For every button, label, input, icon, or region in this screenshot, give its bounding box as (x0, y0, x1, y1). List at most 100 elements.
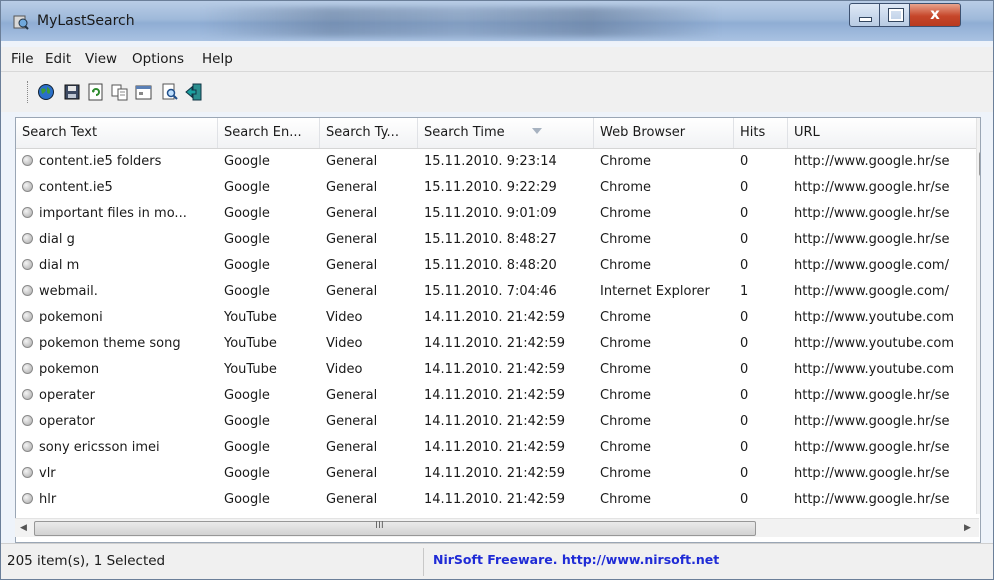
menu-edit[interactable]: Edit (45, 51, 71, 67)
scroll-up-icon[interactable]: ▲ (977, 118, 980, 135)
cell-url-text: http://www.youtube.com (794, 336, 955, 351)
scroll-down-icon[interactable]: ▼ (977, 497, 980, 514)
cell-search-text-text: vlr (39, 466, 56, 481)
col-search-time[interactable]: Search Time (418, 118, 594, 148)
cell-search-type-text: Video (326, 362, 363, 377)
scroll-right-icon[interactable]: ▶ (959, 519, 976, 537)
cell-web-browser: Chrome (594, 331, 734, 357)
table-row[interactable]: operater Google General 14.11.2010. 21:42:5… (16, 383, 980, 409)
table-row[interactable]: sony ericsson imei Google General 14.11.201… (16, 435, 980, 461)
cell-web-browser: Chrome (594, 175, 734, 201)
col-search-text[interactable]: Search Text (16, 118, 218, 148)
col-search-type[interactable]: Search Ty... (320, 118, 418, 148)
table-row[interactable]: webmail. Google General 15.11.2010. 7:04:46… (16, 279, 980, 305)
col-web-browser[interactable]: Web Browser (594, 118, 734, 148)
search-item-icon (22, 285, 33, 296)
close-button[interactable]: x (909, 3, 961, 27)
refresh-icon[interactable] (87, 83, 105, 101)
cell-web-browser-text: Chrome (600, 440, 651, 455)
cell-search-type-text: Video (326, 336, 363, 351)
horizontal-scroll-thumb[interactable] (34, 521, 756, 536)
table-row[interactable]: important files in mo... Google General 15.… (16, 201, 980, 227)
cell-search-text-text: pokemon theme song (39, 336, 181, 351)
horizontal-scrollbar[interactable]: ◀ III ▶ (15, 518, 979, 537)
properties-icon[interactable] (135, 83, 153, 101)
cell-web-browser: Chrome (594, 149, 734, 175)
col-hits[interactable]: Hits (734, 118, 788, 148)
cell-search-time: 14.11.2010. 21:42:59 (418, 409, 594, 435)
cell-search-type-text: General (326, 206, 378, 221)
status-item-count: 205 item(s), 1 Selected (7, 553, 166, 569)
scroll-left-icon[interactable]: ◀ (15, 519, 32, 537)
table-row[interactable]: dial g Google General 15.11.2010. 8:48:27 Ch… (16, 227, 980, 253)
copy-icon[interactable] (111, 83, 129, 101)
col-search-engine[interactable]: Search En... (218, 118, 320, 148)
cell-web-browser-text: Chrome (600, 258, 651, 273)
cell-web-browser-text: Chrome (600, 310, 651, 325)
cell-search-type: General (320, 461, 418, 487)
cell-url: http://www.google.hr/se (788, 461, 980, 487)
table-row[interactable]: content.ie5 Google General 15.11.2010. 9:22… (16, 175, 980, 201)
cell-url-text: http://www.google.hr/se (794, 440, 950, 455)
cell-web-browser: Chrome (594, 253, 734, 279)
cell-search-type: Video (320, 331, 418, 357)
search-item-icon (22, 311, 33, 322)
table-row[interactable]: dial m Google General 15.11.2010. 8:48:20 Ch… (16, 253, 980, 279)
maximize-button[interactable] (879, 3, 911, 27)
minimize-button[interactable] (849, 3, 881, 27)
cell-search-type: General (320, 149, 418, 175)
cell-search-engine: Google (218, 201, 320, 227)
cell-web-browser-text: Chrome (600, 180, 651, 195)
cell-search-type-text: General (326, 284, 378, 299)
nirsoft-link[interactable]: NirSoft Freeware. http://www.nirsoft.net (433, 552, 719, 567)
save-icon[interactable] (63, 83, 81, 101)
cell-url-text: http://www.google.hr/se (794, 414, 950, 429)
cell-url: http://www.google.hr/se (788, 409, 980, 435)
title-bar[interactable]: MyLastSearch x (1, 1, 993, 41)
table-row[interactable]: pokemoni YouTube Video 14.11.2010. 21:42:59… (16, 305, 980, 331)
menu-help[interactable]: Help (202, 51, 233, 67)
menu-file[interactable]: File (11, 51, 34, 67)
globe-icon[interactable] (37, 83, 55, 101)
search-item-icon (22, 337, 33, 348)
table-row[interactable]: hlr Google General 14.11.2010. 21:42:59 Chro… (16, 487, 980, 513)
cell-search-text-text: hlr (39, 492, 57, 507)
cell-hits: 0 (734, 253, 788, 279)
col-url[interactable]: URL (788, 118, 980, 148)
cell-search-type-text: General (326, 154, 378, 169)
cell-url: http://www.youtube.com (788, 357, 980, 383)
cell-hits: 1 (734, 279, 788, 305)
cell-search-text: dial m (16, 253, 218, 279)
menu-options[interactable]: Options (132, 51, 184, 67)
menu-view[interactable]: View (85, 51, 117, 67)
search-list[interactable]: Search Text Search En... Search Ty... Se… (15, 117, 981, 543)
cell-search-time-text: 15.11.2010. 9:01:09 (424, 206, 557, 221)
exit-icon[interactable] (185, 83, 203, 101)
cell-web-browser: Chrome (594, 435, 734, 461)
find-icon[interactable] (161, 83, 179, 101)
cell-search-engine: Google (218, 383, 320, 409)
table-row[interactable]: content.ie5 folders Google General 15.11.20… (16, 149, 980, 175)
close-icon: x (930, 5, 940, 23)
cell-hits: 0 (734, 383, 788, 409)
cell-hits-text: 0 (740, 310, 749, 325)
table-row[interactable]: vlr Google General 14.11.2010. 21:42:59 Chro… (16, 461, 980, 487)
cell-search-text: pokemon (16, 357, 218, 383)
cell-url-text: http://www.youtube.com (794, 362, 955, 377)
cell-search-engine: Google (218, 409, 320, 435)
table-row[interactable]: operator Google General 14.11.2010. 21:42:5… (16, 409, 980, 435)
cell-search-text: webmail. (16, 279, 218, 305)
search-item-icon (22, 441, 33, 452)
cell-search-engine-text: Google (224, 206, 270, 221)
vertical-scrollbar[interactable]: ▲ ▼ (976, 118, 980, 514)
cell-search-engine: Google (218, 253, 320, 279)
table-row[interactable]: pokemon YouTube Video 14.11.2010. 21:42:59 C… (16, 357, 980, 383)
cell-hits: 0 (734, 461, 788, 487)
status-separator (423, 548, 424, 576)
cell-search-time-text: 14.11.2010. 21:42:59 (424, 414, 566, 429)
cell-hits: 0 (734, 201, 788, 227)
vertical-scroll-thumb[interactable] (979, 152, 980, 176)
list-header: Search Text Search En... Search Ty... Se… (16, 118, 980, 149)
table-row[interactable]: pokemon theme song YouTube Video 14.11.2010… (16, 331, 980, 357)
cell-search-time: 14.11.2010. 21:42:59 (418, 305, 594, 331)
